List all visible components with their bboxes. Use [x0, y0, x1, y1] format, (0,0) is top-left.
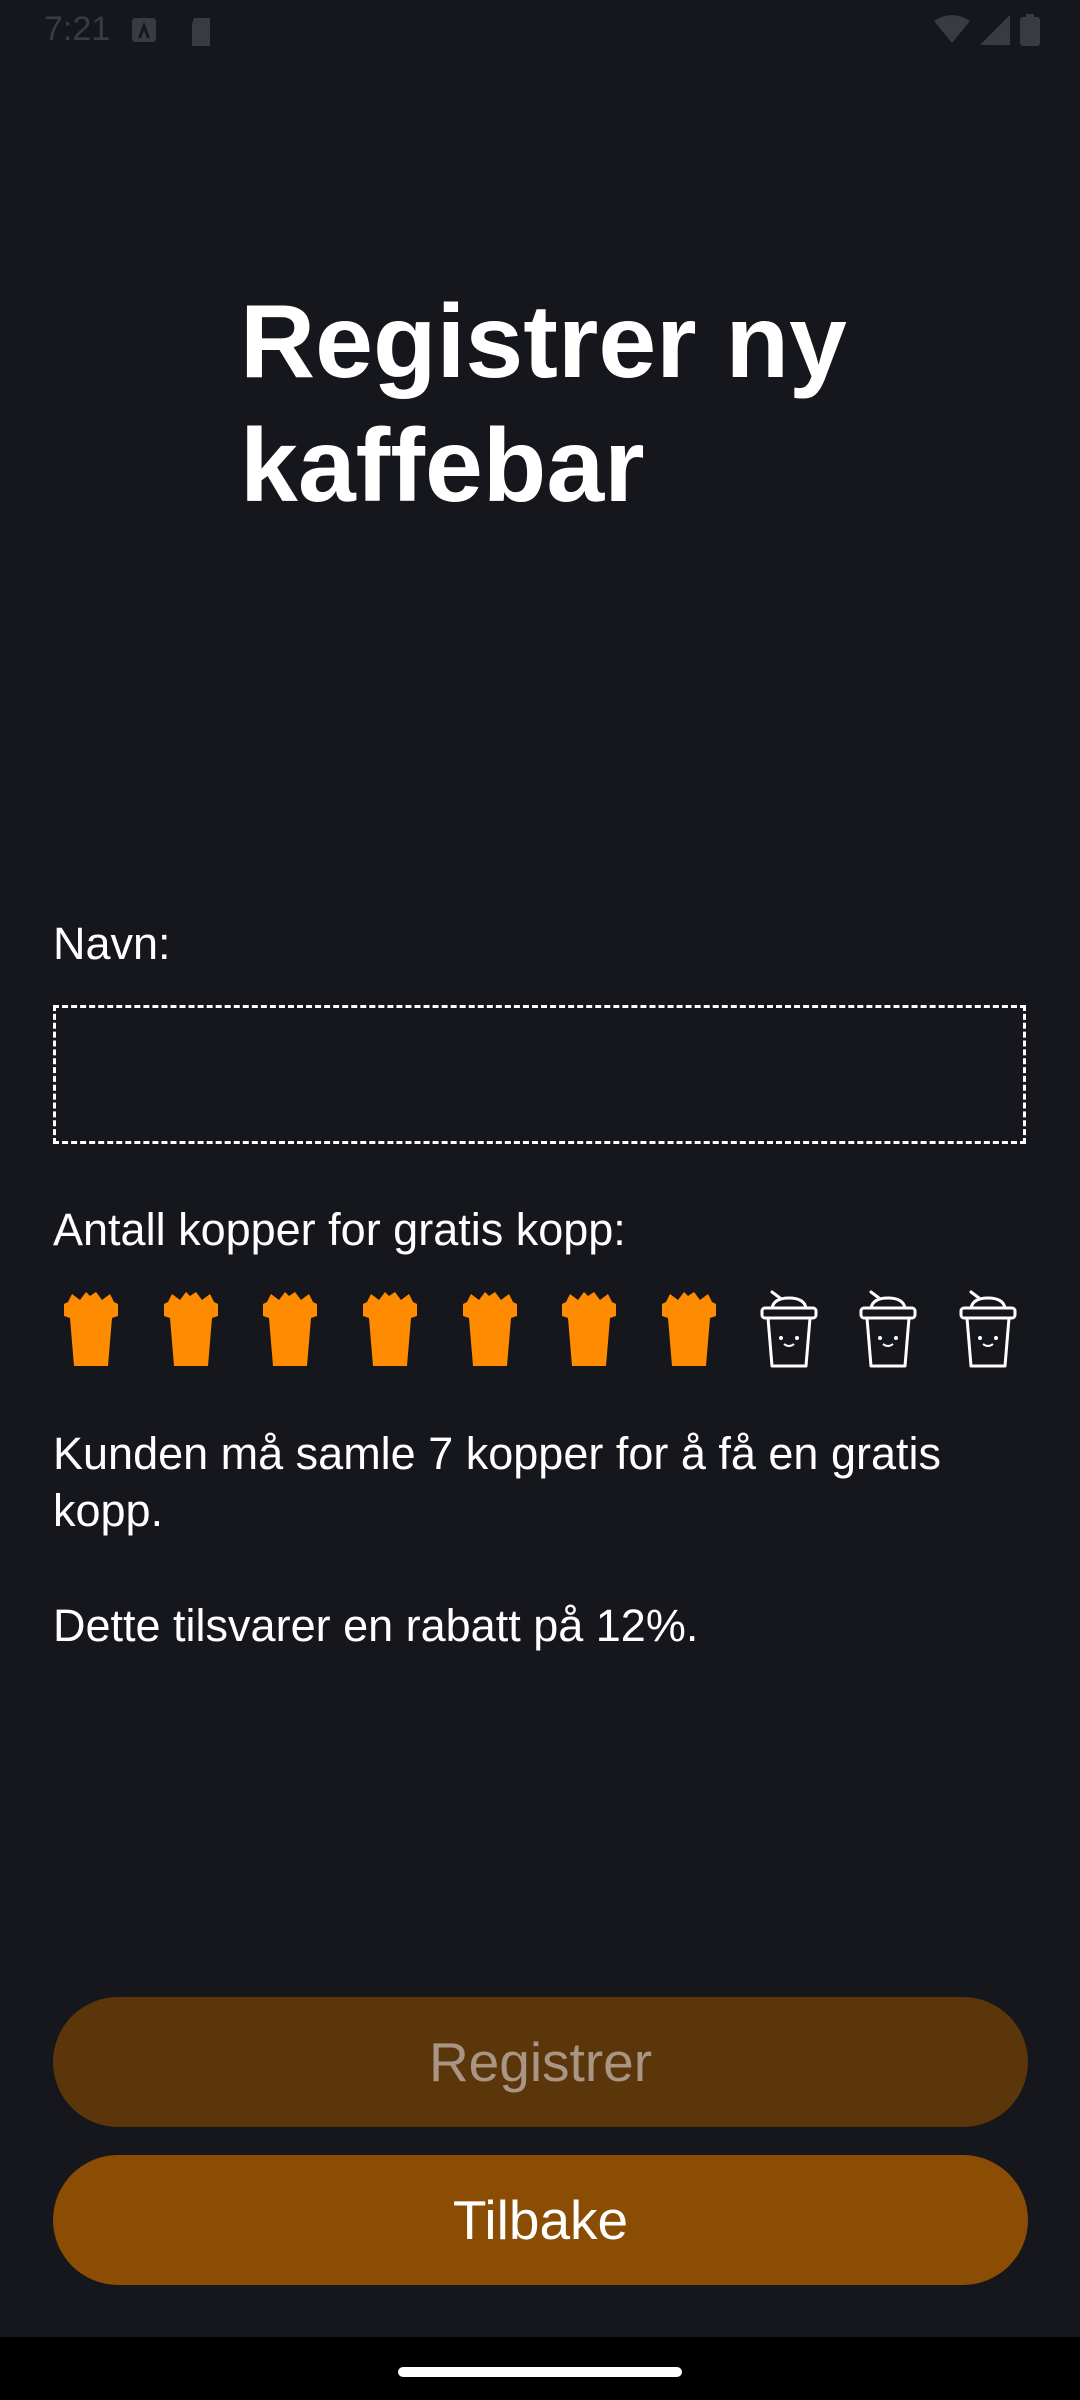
cup-empty-icon[interactable]: [950, 1285, 1026, 1375]
name-label: Navn:: [53, 918, 171, 969]
cup-filled-icon[interactable]: [352, 1285, 428, 1375]
cell-signal-icon: [980, 15, 1010, 50]
cups-label: Antall kopper for gratis kopp:: [53, 1204, 626, 1255]
cups-required-text: Kunden må samle 7 kopper for å få en gra…: [53, 1428, 942, 1536]
cup-filled-icon[interactable]: [651, 1285, 727, 1375]
cup-filled-icon[interactable]: [252, 1285, 328, 1375]
accessibility-icon: [130, 16, 158, 49]
page-title: Registrer ny kaffebar: [240, 284, 847, 524]
cup-empty-icon[interactable]: [850, 1285, 926, 1375]
register-button[interactable]: Registrer: [53, 1997, 1028, 2127]
sd-card-icon: [188, 16, 214, 53]
cup-filled-icon[interactable]: [551, 1285, 627, 1375]
status-time: 7:21: [44, 10, 111, 48]
navigation-bar: [0, 2337, 1080, 2400]
cups-selector[interactable]: [53, 1285, 1026, 1375]
cup-filled-icon[interactable]: [53, 1285, 129, 1375]
cup-filled-icon[interactable]: [452, 1285, 528, 1375]
battery-icon: [1020, 14, 1040, 51]
wifi-icon: [934, 15, 970, 50]
status-bar: 7:21: [0, 0, 1080, 64]
back-button[interactable]: Tilbake: [53, 2155, 1028, 2285]
home-handle[interactable]: [398, 2367, 682, 2377]
name-input[interactable]: [53, 1005, 1026, 1144]
cup-filled-icon[interactable]: [153, 1285, 229, 1375]
cup-empty-icon[interactable]: [751, 1285, 827, 1375]
discount-text: Dette tilsvarer en rabatt på 12%.: [53, 1600, 699, 1651]
